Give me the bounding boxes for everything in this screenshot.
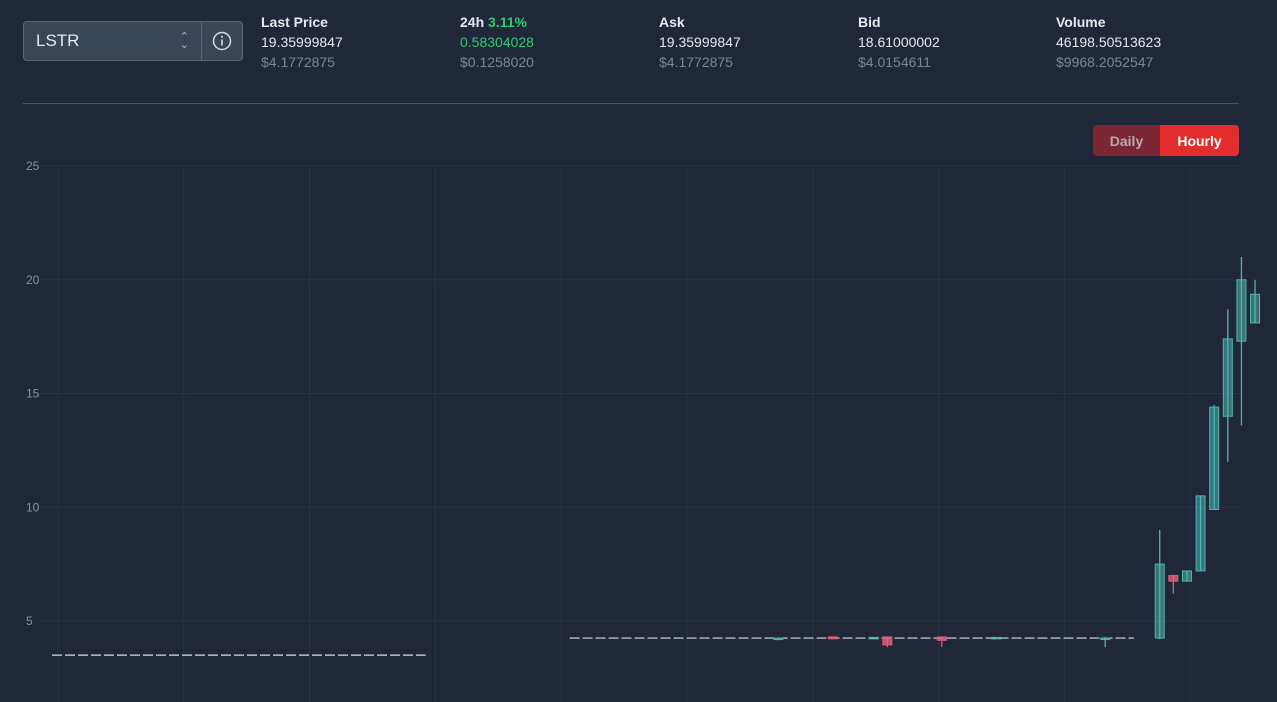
candle-body — [1209, 406, 1220, 511]
stat-label: 24h 3.11% — [460, 13, 534, 32]
y-tick-label: 25 — [26, 159, 40, 173]
candle-body — [1250, 293, 1261, 324]
candle-body — [773, 637, 784, 641]
candle-body — [868, 636, 879, 640]
stat-usd: $9968.2052547 — [1056, 54, 1154, 70]
stat-volume: Volume 46198.50513623 $9968.2052547 — [1056, 13, 1161, 72]
stat-ask: Ask 19.35999847 $4.1772875 — [659, 13, 741, 72]
stat-value: 0.58304028 — [460, 34, 534, 50]
stat-label: Last Price — [261, 14, 328, 30]
market-select-value: LSTR — [36, 31, 80, 50]
candle-body — [1222, 338, 1233, 417]
y-tick-label: 20 — [26, 273, 40, 287]
stat-usd: $4.1772875 — [659, 54, 733, 70]
stat-usd: $4.0154611 — [858, 54, 931, 70]
header-divider — [23, 103, 1239, 104]
stat-label: Bid — [858, 14, 881, 30]
stat-value: 19.35999847 — [659, 34, 741, 50]
candle-body — [1100, 637, 1111, 641]
updown-chevron-icon: ⌃ ⌄ — [179, 31, 189, 51]
candle-body — [936, 636, 947, 641]
stat-usd: $0.1258020 — [460, 54, 534, 70]
candle-body — [882, 636, 893, 646]
market-selector[interactable]: LSTR ⌃ ⌄ — [23, 21, 243, 61]
y-tick-label: 15 — [26, 387, 40, 401]
stat-usd: $4.1772875 — [261, 54, 335, 70]
candle-body — [1195, 495, 1206, 572]
stat-bid: Bid 18.61000002 $4.0154611 — [858, 13, 940, 72]
candle-body — [1236, 279, 1247, 342]
candle-body — [1181, 570, 1192, 582]
y-tick-label: 5 — [26, 614, 33, 628]
y-tick-label: 10 — [26, 500, 40, 514]
info-button[interactable] — [201, 22, 242, 60]
info-icon — [212, 31, 232, 51]
market-select[interactable]: LSTR ⌃ ⌄ — [24, 22, 201, 60]
stat-label: Volume — [1056, 14, 1106, 30]
stat-24h: 24h 3.11% 0.58304028 $0.1258020 — [460, 13, 534, 72]
stat-last-price: Last Price 19.35999847 $4.1772875 — [261, 13, 343, 72]
candle-body — [1168, 575, 1179, 582]
stat-24h-percent: 3.11% — [488, 14, 527, 30]
stat-label-text: 24h — [460, 14, 485, 30]
stat-value: 19.35999847 — [261, 34, 343, 50]
candle-body — [991, 636, 1002, 640]
candle-body — [827, 636, 838, 640]
stat-value: 18.61000002 — [858, 34, 940, 50]
stat-label: Ask — [659, 14, 685, 30]
price-chart[interactable]: 5 10 15 20 25 — [0, 150, 1277, 702]
candle-body — [1154, 563, 1165, 639]
stat-value: 46198.50513623 — [1056, 34, 1162, 50]
